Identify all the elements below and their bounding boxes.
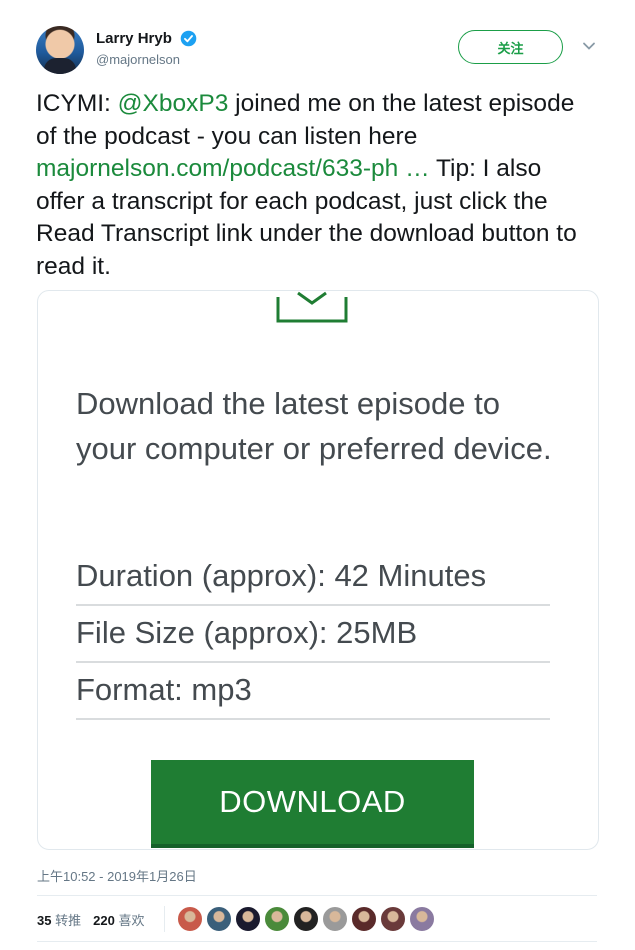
divider <box>37 941 597 942</box>
file-size-row: File Size (approx): 25MB <box>76 606 550 663</box>
liker-avatar[interactable] <box>409 906 436 932</box>
tweet-text: ICYMI: @XboxP3 joined me on the latest e… <box>36 88 596 283</box>
retweets-label: 转推 <box>55 912 82 928</box>
tweet-stats: 35 转推 220 喜欢 <box>37 906 438 932</box>
download-button[interactable]: DOWNLOAD <box>151 760 474 848</box>
author-names: Larry Hryb @majornelson <box>96 30 197 67</box>
format-row: Format: mp3 <box>76 663 550 720</box>
liker-avatar[interactable] <box>380 906 407 932</box>
tweet-text-part: ICYMI: <box>36 90 118 117</box>
tweet-timestamp[interactable]: 上午10:52 - 2019年1月26日 <box>37 866 197 885</box>
liker-avatar[interactable] <box>177 906 204 932</box>
liker-avatar[interactable] <box>293 906 320 932</box>
download-tray-icon <box>276 291 348 323</box>
likes-label: 喜欢 <box>118 912 145 928</box>
author-avatar[interactable] <box>36 26 84 74</box>
likes-count: 220 <box>93 912 115 928</box>
chevron-down-icon[interactable] <box>581 38 597 54</box>
link-card[interactable]: Download the latest episode to your comp… <box>37 290 599 850</box>
liker-avatar[interactable] <box>322 906 349 932</box>
follow-button[interactable]: 关注 <box>458 30 563 64</box>
duration-row: Duration (approx): 42 Minutes <box>76 549 550 606</box>
mention-link[interactable]: @XboxP3 <box>118 90 229 117</box>
card-description: Download the latest episode to your comp… <box>76 386 552 466</box>
divider <box>37 895 597 896</box>
liker-avatar[interactable] <box>351 906 378 932</box>
liker-avatars <box>177 906 438 932</box>
stats-separator <box>164 906 166 932</box>
tweet-header: Larry Hryb @majornelson 关注 <box>36 26 606 76</box>
liker-avatar[interactable] <box>235 906 262 932</box>
podcast-link[interactable]: majornelson.com/podcast/633-ph … <box>36 155 430 182</box>
author-handle[interactable]: @majornelson <box>96 52 197 67</box>
retweets-stat[interactable]: 35 转推 <box>37 910 81 929</box>
author-display-name[interactable]: Larry Hryb <box>96 30 172 47</box>
liker-avatar[interactable] <box>264 906 291 932</box>
liker-avatar[interactable] <box>206 906 233 932</box>
verified-badge-icon <box>181 30 197 47</box>
likes-stat[interactable]: 220 喜欢 <box>93 910 144 929</box>
retweets-count: 35 <box>37 912 52 928</box>
